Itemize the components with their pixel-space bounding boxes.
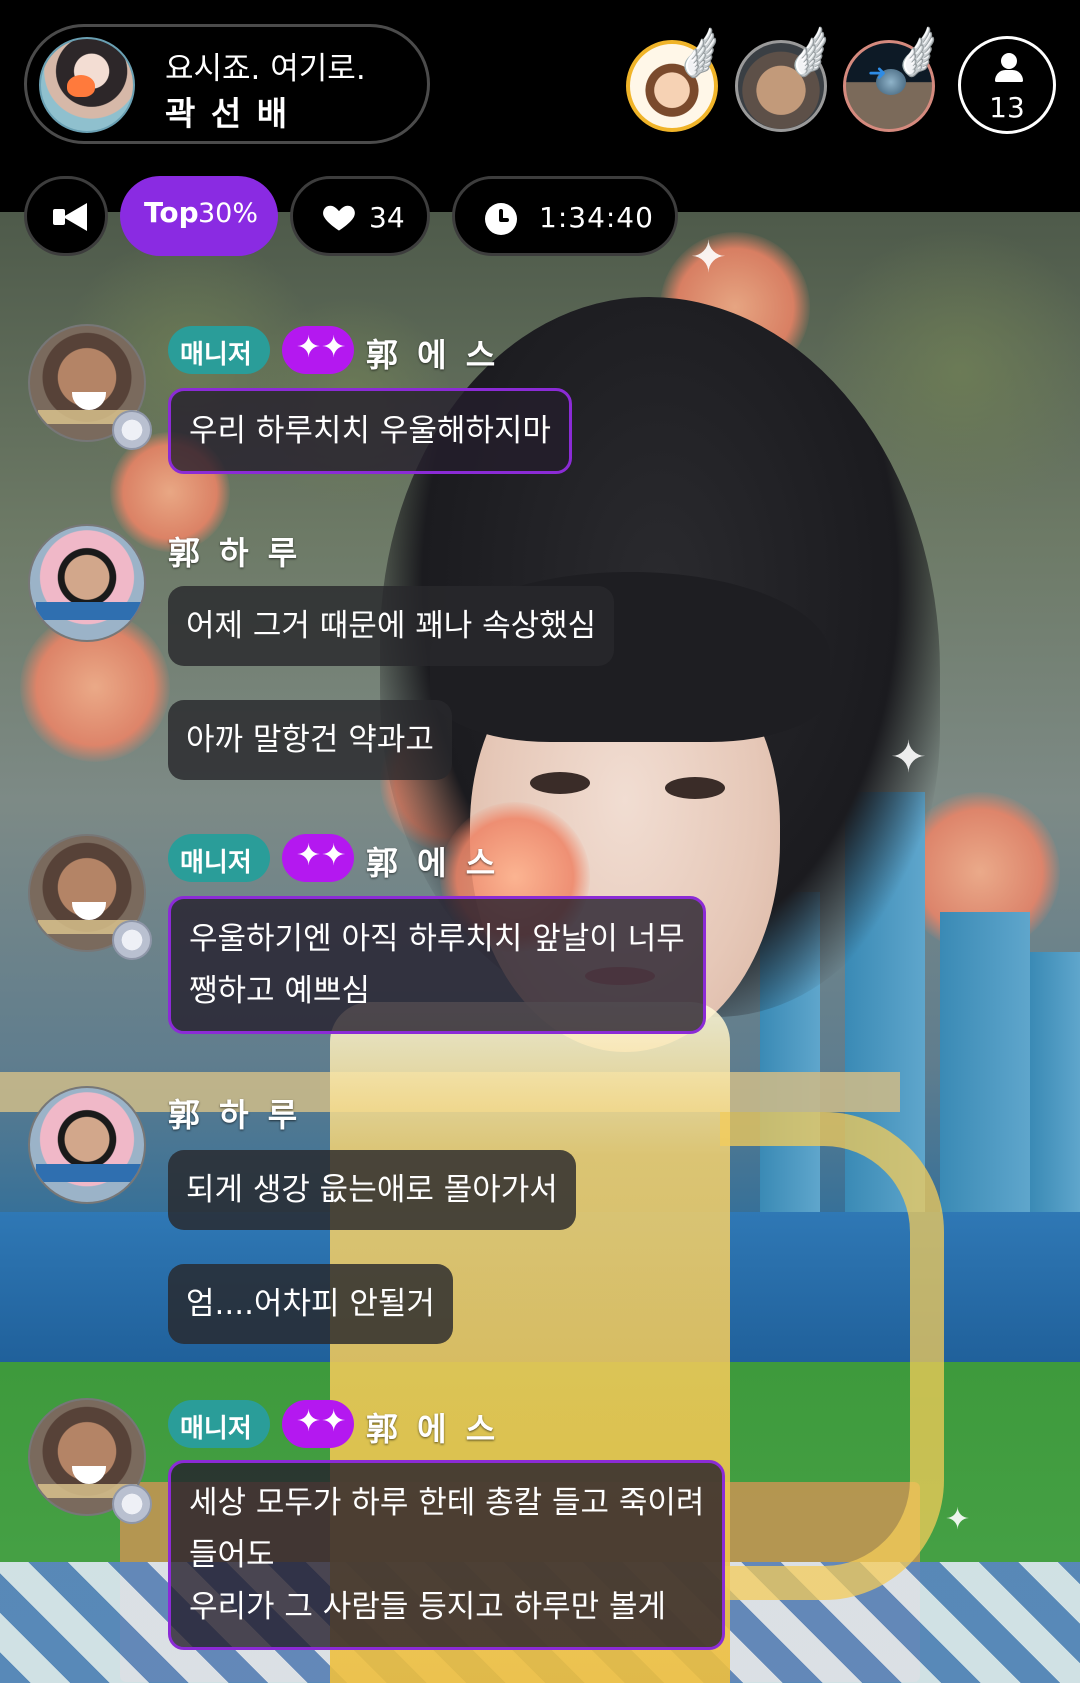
host-profile[interactable]: 요시죠. 여기로. 곽 선 배 — [24, 24, 430, 144]
sparkle-icon: ✦✦ — [296, 330, 347, 365]
silver-wing-icon: 🪽 — [779, 23, 841, 83]
chat-avatar[interactable] — [28, 1086, 146, 1204]
like-count: 34 — [369, 201, 405, 234]
fan-badge: ✦✦ — [282, 1400, 354, 1448]
elapsed-time: 1:34:40 — [539, 201, 654, 234]
megaphone-icon — [53, 203, 87, 231]
chat-nickname[interactable]: 郭 에 스 — [366, 330, 499, 376]
chat-message: 우리 하루치치 우울해하지마 — [168, 388, 572, 474]
clock-icon — [485, 203, 517, 235]
sparkle-icon: ✦✦ — [296, 1404, 347, 1439]
host-subtitle: 요시죠. 여기로. — [165, 51, 366, 87]
chat-message: 엄....어차피 안될거 — [168, 1264, 453, 1344]
chat-nickname[interactable]: 郭 하 루 — [168, 1090, 301, 1136]
host-name: 곽 선 배 — [165, 94, 290, 133]
rank-value: 30% — [198, 198, 259, 229]
chat-nickname[interactable]: 郭 에 스 — [366, 838, 499, 884]
chat-message: 아까 말항건 약과고 — [168, 700, 452, 780]
manager-badge: 매니저 — [168, 1400, 270, 1448]
wing-badge-icon — [112, 410, 152, 450]
chat-avatar[interactable] — [28, 524, 146, 642]
chat-nickname[interactable]: 郭 에 스 — [366, 1404, 499, 1450]
wing-badge-icon — [112, 920, 152, 960]
gold-wing-icon: 🪽 — [669, 24, 731, 84]
sparkle-icon: ✦✦ — [296, 838, 347, 873]
host-avatar[interactable] — [39, 37, 135, 133]
rank-badge[interactable]: Top 30% — [120, 176, 278, 256]
heart-icon — [323, 205, 355, 231]
person-icon — [995, 53, 1023, 82]
announcement-button[interactable] — [24, 176, 108, 256]
viewer-count-button[interactable]: 13 — [958, 36, 1056, 134]
chat-nickname[interactable]: 郭 하 루 — [168, 528, 301, 574]
chat-message: 어제 그거 때문에 꽤나 속상했심 — [168, 586, 615, 666]
fan-badge: ✦✦ — [282, 834, 354, 882]
rank-prefix: Top — [144, 196, 199, 229]
likes-button[interactable]: 34 — [290, 176, 430, 256]
manager-badge: 매니저 — [168, 326, 270, 374]
wing-badge-icon — [112, 1484, 152, 1524]
chat-message: 되게 생강 읎는애로 몰아가서 — [168, 1150, 576, 1230]
viewer-count: 13 — [989, 91, 1025, 124]
top-viewer-avatar-2[interactable]: 🪽 — [735, 23, 841, 132]
top-viewer-avatar-1[interactable]: 🪽 — [626, 24, 731, 132]
fan-badge: ✦✦ — [282, 326, 354, 374]
broadcast-timer: 1:34:40 — [452, 176, 678, 256]
chat-message: 세상 모두가 하루 한테 총칼 들고 죽이려 들어도 우리가 그 사람들 등지고… — [168, 1460, 726, 1650]
manager-badge: 매니저 — [168, 834, 270, 882]
top-viewer-avatar-3[interactable]: ➜ 🪽 — [843, 23, 949, 132]
chat-message: 우울하기엔 아직 하루치치 앞날이 너무 쨍하고 예쁘심 — [168, 896, 706, 1034]
